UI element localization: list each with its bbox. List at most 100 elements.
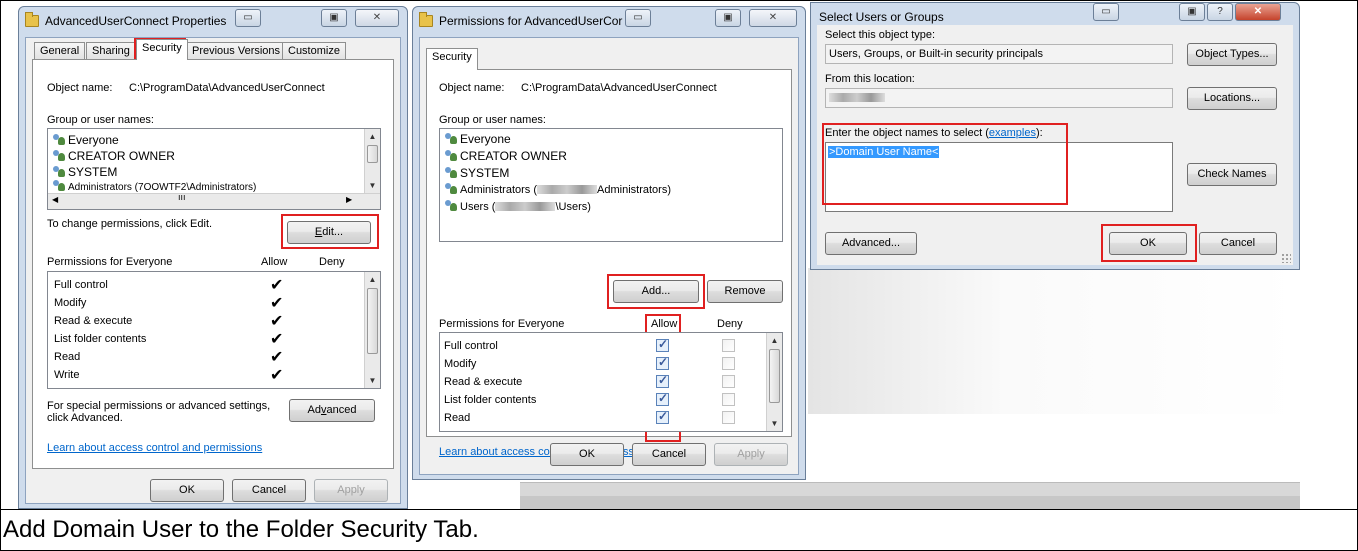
users-icon [52,180,66,192]
deny-checkbox[interactable] [722,411,735,424]
locations-button[interactable]: Locations... [1187,87,1277,110]
deny-checkbox[interactable] [722,339,735,352]
tab-security[interactable]: Security [136,39,188,60]
vertical-scrollbar[interactable]: ▲ ▼ [766,333,782,431]
object-name-value: C:\ProgramData\AdvancedUserConnect [521,82,717,94]
deny-checkbox[interactable] [722,375,735,388]
tab-general[interactable]: General [34,42,86,60]
close-button[interactable]: ✕ [355,9,399,27]
list-item[interactable]: SYSTEM [52,164,117,180]
security-page: Object name: C:\ProgramData\AdvancedUser… [32,59,394,469]
allow-checkbox[interactable] [656,337,669,352]
special-permissions-text: For special permissions or advanced sett… [47,400,271,412]
deny-column-header: Deny [319,256,345,268]
list-item[interactable]: SYSTEM [444,165,509,181]
advanced-button[interactable]: Advanced... [825,232,917,255]
check-icon: ✔ [270,313,284,330]
deny-checkbox[interactable] [722,357,735,370]
advanced-button[interactable]: Advanced [289,399,375,422]
help-button[interactable]: ? [1207,3,1233,21]
list-item[interactable]: CREATOR OWNER [52,148,175,164]
object-name-label: Object name: [439,82,505,94]
minimize-button[interactable]: ▭ [235,9,261,27]
check-icon: ✔ [270,349,284,366]
scroll-up-icon[interactable]: ▲ [365,272,380,287]
scroll-thumb[interactable] [367,288,378,354]
scroll-up-icon[interactable]: ▲ [365,129,380,144]
cancel-button[interactable]: Cancel [1199,232,1277,255]
resize-grip-icon[interactable] [1281,253,1291,263]
highlight-edit-button [281,214,379,249]
apply-button[interactable]: Apply [714,443,788,466]
maximize-button[interactable]: ▣ [715,9,741,27]
location-field [825,88,1173,108]
scroll-down-icon[interactable]: ▼ [365,373,380,388]
vertical-scrollbar[interactable]: ▲ ▼ [364,129,380,193]
select-users-body: Select this object type: Users, Groups, … [817,25,1293,265]
list-item[interactable]: Users (\Users) [444,199,591,215]
permission-name: Read & execute [54,315,133,327]
check-icon: ✔ [270,331,284,348]
select-users-title: Select Users or Groups [819,10,944,24]
users-icon [444,133,458,145]
close-button[interactable]: ✕ [1235,3,1281,21]
apply-button[interactable]: Apply [314,479,388,502]
special-permissions-text-2: click Advanced. [47,412,123,424]
folder-icon [25,12,39,27]
maximize-button[interactable]: ▣ [321,9,347,27]
tab-security[interactable]: Security [426,48,478,70]
users-icon [52,166,66,178]
permissions-list: Full control Modify Read & execute List … [439,332,783,432]
location-label: From this location: [825,73,915,85]
properties-body: General Sharing Security Previous Versio… [25,37,401,504]
ok-button[interactable]: OK [150,479,224,502]
permission-name: List folder contents [54,333,147,345]
permissions-titlebar[interactable]: Permissions for AdvancedUserCor ▭ ▣ ✕ [413,7,805,35]
allow-checkbox[interactable] [656,409,669,424]
allow-checkbox[interactable] [656,355,669,370]
allow-checkbox[interactable] [656,373,669,388]
scroll-thumb[interactable] [769,349,780,403]
permission-name: Write [54,369,80,381]
allow-checkbox[interactable] [656,391,669,406]
vertical-scrollbar[interactable]: ▲ ▼ [364,272,380,388]
object-types-button[interactable]: Object Types... [1187,43,1277,66]
security-page: Object name: C:\ProgramData\AdvancedUser… [426,69,792,458]
horizontal-scrollbar[interactable]: ◀ ııı ▶ [48,192,380,209]
properties-titlebar[interactable]: AdvancedUserConnect Properties ▭ ▣ ✕ [19,7,407,35]
permissions-list: Full control Modify Read & execute List … [47,271,381,389]
scroll-up-icon[interactable]: ▲ [767,333,782,348]
deny-checkbox[interactable] [722,393,735,406]
users-icon [444,200,458,212]
maximize-button[interactable]: ▣ [1179,3,1205,21]
scroll-thumb[interactable] [367,145,378,163]
permission-name: Read [54,351,81,363]
tab-customize[interactable]: Customize [282,42,346,60]
user-list[interactable]: Everyone CREATOR OWNER SYSTEM Administra… [47,128,381,210]
permission-name: Full control [54,279,108,291]
cancel-button[interactable]: Cancel [632,443,706,466]
minimize-button[interactable]: ▭ [1093,3,1119,21]
list-item[interactable]: Administrators (Administrators) [444,182,671,198]
permission-name: Read & execute [444,376,523,388]
learn-link[interactable]: Learn about access control and permissio… [47,442,262,454]
folder-icon [419,12,433,27]
scroll-down-icon[interactable]: ▼ [365,178,380,193]
minimize-button[interactable]: ▭ [625,9,651,27]
close-button[interactable]: ✕ [749,9,797,27]
cancel-button[interactable]: Cancel [232,479,306,502]
list-item[interactable]: CREATOR OWNER [444,148,567,164]
list-item[interactable]: Everyone [444,131,511,147]
object-type-label: Select this object type: [825,29,936,41]
list-item[interactable]: Everyone [52,132,119,148]
tab-sharing[interactable]: Sharing [86,42,136,60]
scroll-down-icon[interactable]: ▼ [767,416,782,431]
users-icon [444,167,458,179]
ok-button[interactable]: OK [550,443,624,466]
permission-name: Read [444,412,471,424]
remove-button[interactable]: Remove [707,280,783,303]
check-names-button[interactable]: Check Names [1187,163,1277,186]
permissions-title: Permissions for AdvancedUserCor [439,14,623,28]
user-list[interactable]: Everyone CREATOR OWNER SYSTEM Administra… [439,128,783,242]
tab-previous-versions[interactable]: Previous Versions [186,42,287,60]
